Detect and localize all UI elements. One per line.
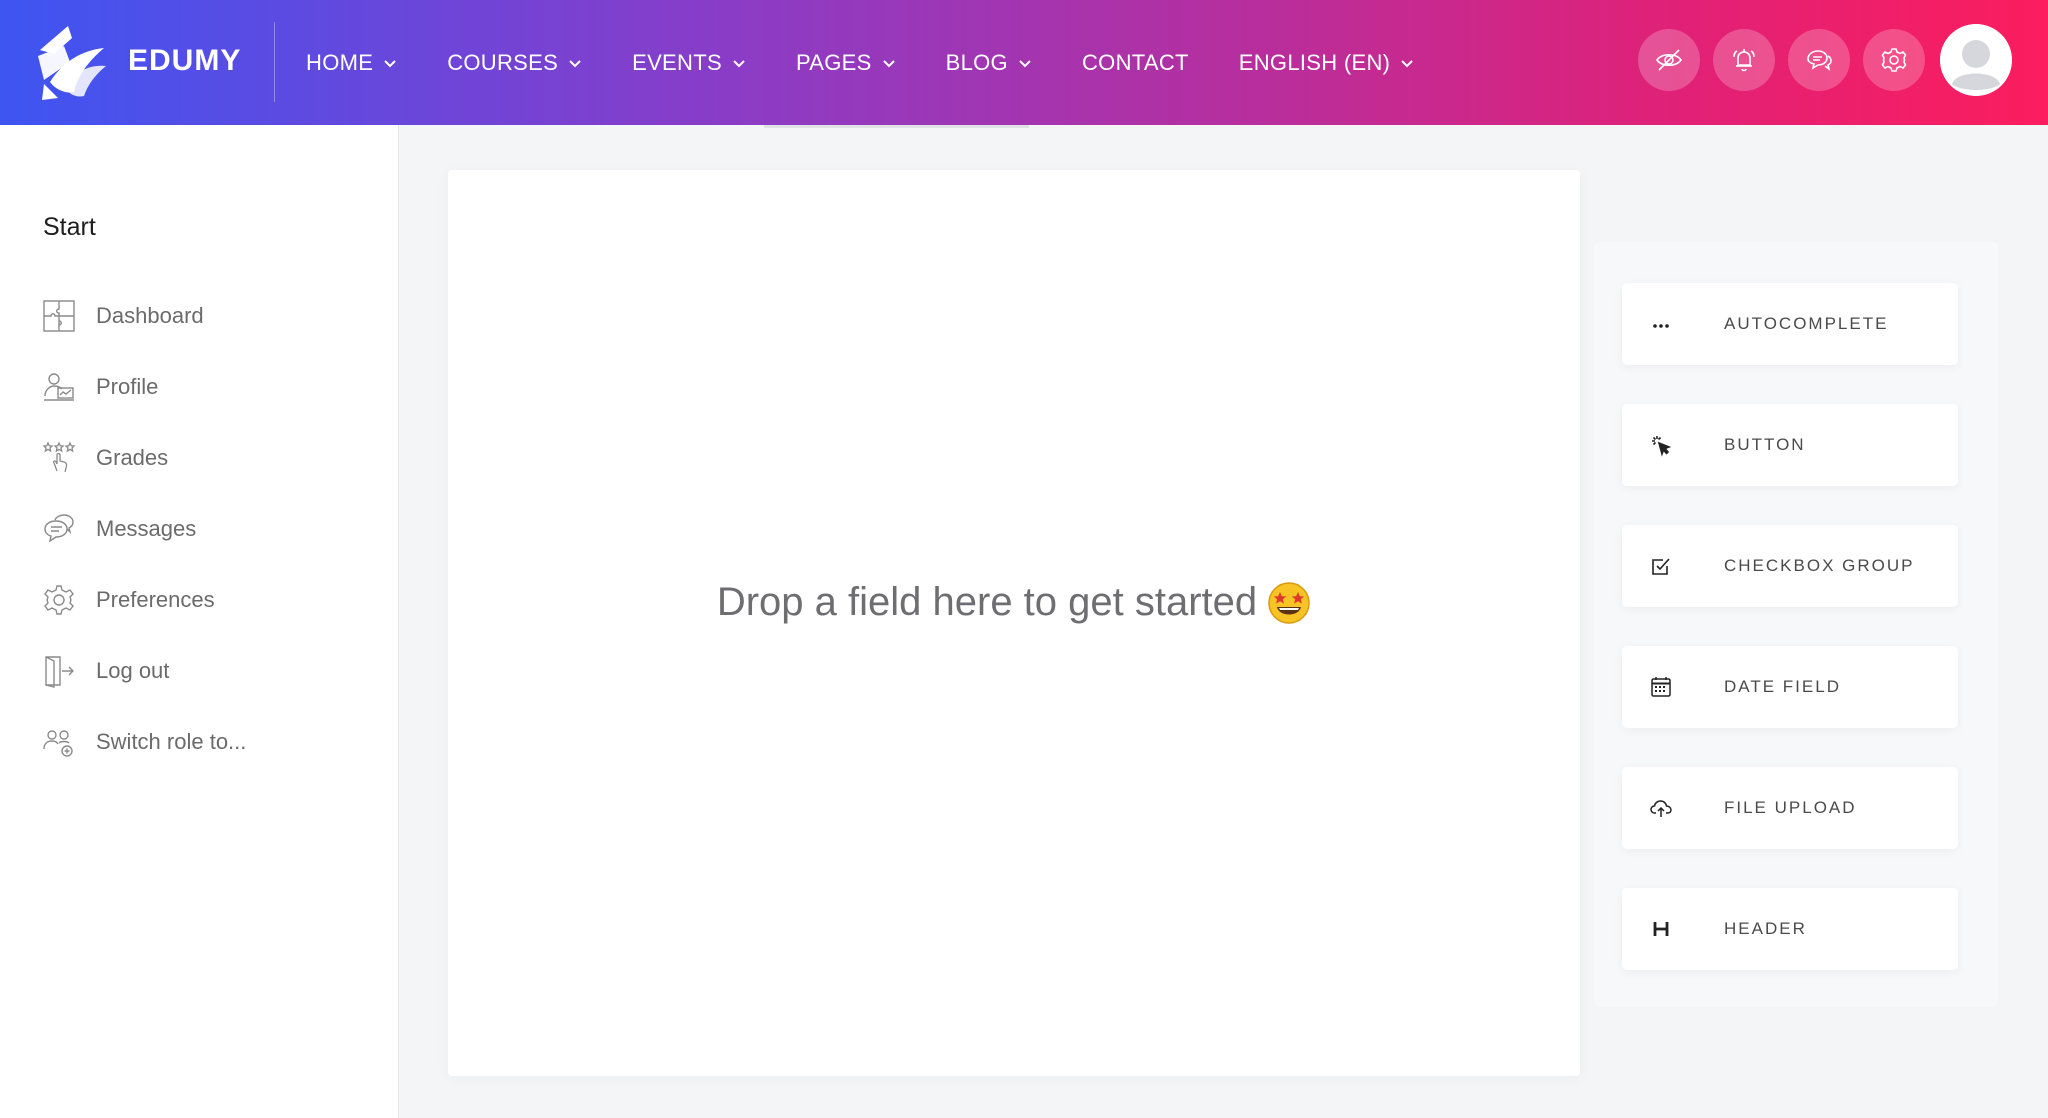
header-actions xyxy=(1638,24,2012,96)
nav-pages[interactable]: PAGES xyxy=(796,50,896,76)
nav-label: BLOG xyxy=(945,49,1008,75)
messages-button[interactable] xyxy=(1788,29,1850,91)
nav-label: CONTACT xyxy=(1081,49,1189,75)
chevron-down-icon xyxy=(1019,59,1031,67)
top-navbar: EDUMY HOME COURSES EVENTS PAGES BLOG CON… xyxy=(0,0,2048,125)
field-file-upload[interactable]: FILE UPLOAD xyxy=(1622,767,1958,849)
brand-name: EDUMY xyxy=(128,44,242,77)
drop-placeholder: Drop a field here to get started xyxy=(448,580,1580,625)
notifications-button[interactable] xyxy=(1713,29,1775,91)
brand[interactable]: EDUMY xyxy=(34,20,241,102)
sidebar-item-messages[interactable]: Messages xyxy=(42,493,246,564)
chevron-down-icon xyxy=(384,59,396,67)
gear-icon xyxy=(44,584,74,615)
field-palette: AUTOCOMPLETE BUTTON CHECKBOX GROUP DATE … xyxy=(1594,242,1998,1007)
avatar[interactable] xyxy=(1940,24,2012,96)
field-label: DATE FIELD xyxy=(1724,677,1841,696)
nav-language[interactable]: ENGLISH (EN) xyxy=(1239,50,1415,76)
cloud-upload-icon xyxy=(1650,800,1672,817)
sidebar-item-label: Dashboard xyxy=(96,302,204,328)
drop-placeholder-text: Drop a field here to get started xyxy=(716,580,1258,624)
messages-icon xyxy=(44,513,74,543)
brand-divider xyxy=(274,22,275,102)
main-nav: HOME COURSES EVENTS PAGES BLOG CONTACT E… xyxy=(306,0,1464,125)
nav-events[interactable]: EVENTS xyxy=(632,50,746,76)
sidebar: Start Dashboard Profile Grades Messages … xyxy=(0,125,399,1118)
eye-off-icon xyxy=(1656,49,1682,71)
ellipsis-icon xyxy=(1653,324,1669,328)
chevron-down-icon xyxy=(733,59,745,67)
cursor-click-icon xyxy=(1652,436,1672,457)
nav-courses[interactable]: COURSES xyxy=(447,50,582,76)
nav-contact[interactable]: CONTACT xyxy=(1082,50,1189,76)
form-builder-canvas[interactable]: Drop a field here to get started xyxy=(448,170,1580,1076)
chat-icon xyxy=(1807,50,1832,71)
logout-icon xyxy=(45,655,74,688)
sidebar-item-grades[interactable]: Grades xyxy=(42,422,246,493)
nav-blog[interactable]: BLOG xyxy=(946,50,1032,76)
switch-role-icon xyxy=(43,729,73,757)
nav-label: COURSES xyxy=(447,49,559,75)
star-struck-emoji-icon xyxy=(1268,581,1310,624)
field-checkbox-group[interactable]: CHECKBOX GROUP xyxy=(1622,525,1958,607)
field-label: FILE UPLOAD xyxy=(1724,798,1857,817)
nav-home[interactable]: HOME xyxy=(306,50,397,76)
settings-button[interactable] xyxy=(1863,29,1925,91)
sidebar-item-label: Switch role to... xyxy=(96,728,247,754)
field-button[interactable]: BUTTON xyxy=(1622,404,1958,486)
sidebar-menu: Dashboard Profile Grades Messages Prefer… xyxy=(42,280,246,777)
sidebar-item-switch-role[interactable]: Switch role to... xyxy=(42,706,246,777)
header-h-icon xyxy=(1653,922,1669,936)
field-label: HEADER xyxy=(1724,919,1807,938)
sidebar-item-label: Profile xyxy=(96,373,159,399)
sidebar-item-label: Messages xyxy=(96,515,197,541)
nav-label: PAGES xyxy=(795,49,872,75)
nav-label: EVENTS xyxy=(632,49,722,75)
sidebar-item-label: Log out xyxy=(96,657,170,683)
grades-stars-icon xyxy=(42,440,76,472)
sidebar-item-dashboard[interactable]: Dashboard xyxy=(42,280,246,351)
visibility-toggle-button[interactable] xyxy=(1638,29,1700,91)
field-autocomplete[interactable]: AUTOCOMPLETE xyxy=(1622,283,1958,365)
profile-icon xyxy=(44,372,74,401)
sidebar-item-profile[interactable]: Profile xyxy=(42,351,246,422)
sidebar-item-label: Preferences xyxy=(96,586,215,612)
gear-icon xyxy=(1881,48,1907,72)
edumy-logo-icon xyxy=(38,26,106,100)
sidebar-heading: Start xyxy=(43,213,96,241)
sidebar-item-logout[interactable]: Log out xyxy=(42,635,246,706)
calendar-icon xyxy=(1651,677,1671,697)
field-header[interactable]: HEADER xyxy=(1622,888,1958,970)
chevron-down-icon xyxy=(882,59,895,67)
nav-label: HOME xyxy=(306,49,374,75)
nav-label: ENGLISH (EN) xyxy=(1238,49,1391,75)
chevron-down-icon xyxy=(1401,59,1413,67)
sidebar-item-label: Grades xyxy=(96,444,169,470)
field-label: BUTTON xyxy=(1724,435,1806,454)
sidebar-item-preferences[interactable]: Preferences xyxy=(42,564,246,635)
checkbox-icon xyxy=(1652,558,1670,575)
field-date-field[interactable]: DATE FIELD xyxy=(1622,646,1958,728)
puzzle-icon xyxy=(43,299,75,332)
bell-icon xyxy=(1733,49,1755,72)
tab-indicator xyxy=(764,125,1029,128)
field-label: CHECKBOX GROUP xyxy=(1724,556,1915,575)
field-label: AUTOCOMPLETE xyxy=(1724,314,1889,333)
chevron-down-icon xyxy=(569,59,581,67)
user-avatar-icon xyxy=(1940,24,2012,96)
